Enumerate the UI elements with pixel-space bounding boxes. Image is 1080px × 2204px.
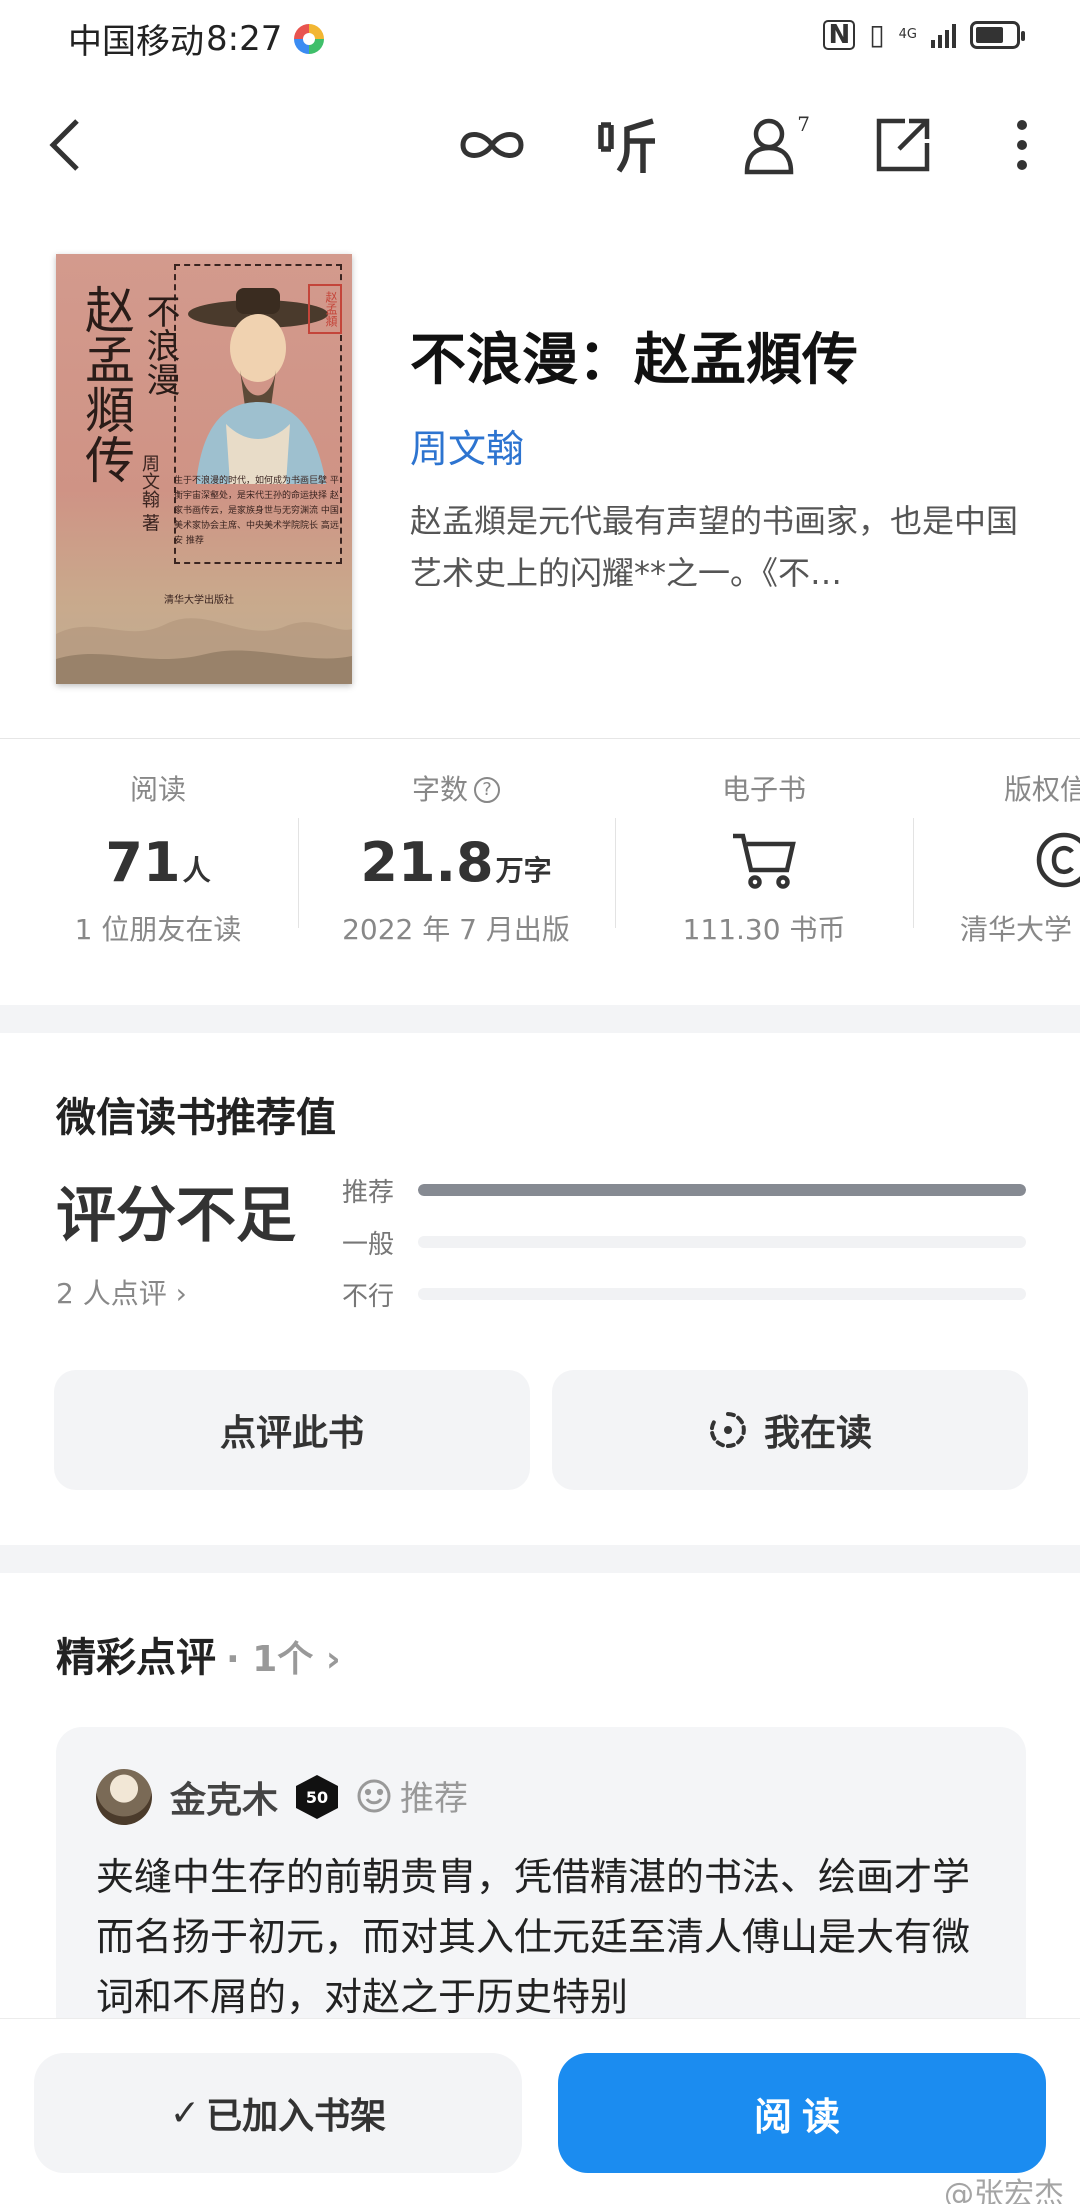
book-stats: 阅读 71 人 1 位朋友在读 字数 ? 21.8 万字 2022 年 7 月出… bbox=[0, 770, 1080, 970]
app-notification-icon bbox=[294, 23, 325, 54]
read-button-label: 阅读 bbox=[753, 2094, 850, 2139]
avatar[interactable] bbox=[96, 1769, 152, 1825]
rating-bar-recommend: 推荐 bbox=[342, 1170, 1026, 1210]
review-text[interactable]: 夹缝中生存的前朝贵胄，凭借精湛的书法、绘画才学而名扬于初元，而对其入仕元廷至清人… bbox=[96, 1847, 996, 2027]
stat-ebook[interactable]: 电子书 111.30 书币 bbox=[606, 770, 922, 970]
rating-bar-bad: 不行 bbox=[342, 1274, 1026, 1314]
smile-icon bbox=[357, 1779, 391, 1812]
signal-icon bbox=[931, 22, 956, 48]
stat-ebook-price: 111.30 书币 bbox=[682, 913, 846, 946]
recommend-tag-label: 推荐 bbox=[400, 1779, 468, 1819]
vibrate-icon: ▯ bbox=[869, 18, 885, 51]
recommendation-section: 微信读书推荐值 评分不足 2 人点评 › 推荐 一般 不行 点评此书 我在读 bbox=[0, 1035, 1080, 1545]
section-gap bbox=[0, 1545, 1080, 1573]
book-header: 赵孟頫 不浪漫 赵孟頫传 周文翰 著 生于不浪漫的时代，如何成为书画巨擘 平衡宇… bbox=[0, 250, 1080, 690]
stat-word-count-value: 21.8 bbox=[360, 831, 494, 894]
book-intro[interactable]: 赵孟頫是元代最有声望的书画家，也是中国艺术史上的闪耀**之一。《不… bbox=[410, 495, 1020, 599]
cover-subtitle: 不浪漫 bbox=[140, 294, 180, 396]
top-nav-bar: 7 bbox=[0, 100, 1080, 190]
header-divider bbox=[0, 738, 1080, 739]
add-to-shelf-label: 已加入书架 bbox=[206, 2096, 387, 2137]
book-author-link[interactable]: 周文翰 bbox=[410, 418, 524, 473]
chevron-right-icon: › bbox=[175, 1277, 187, 1310]
reviews-count: · 1个 › bbox=[226, 1639, 341, 1680]
readers-icon[interactable]: 7 bbox=[726, 100, 816, 190]
system-icons: N ▯ 4G bbox=[823, 18, 1025, 51]
recommendation-title: 微信读书推荐值 bbox=[56, 1095, 336, 1141]
stat-copyright-holder: 清华大学 bbox=[960, 913, 1073, 946]
copyright-icon bbox=[928, 824, 1080, 894]
clock: 8:27 bbox=[206, 18, 283, 59]
cover-blurb: 生于不浪漫的时代，如何成为书画巨擘 平衡宇宙深壑处，是宋代王孙的命运抉择 赵家书… bbox=[174, 476, 339, 546]
recommendation-score: 评分不足 bbox=[56, 1181, 296, 1251]
review-book-button[interactable]: 点评此书 bbox=[54, 1370, 530, 1490]
stat-ebook-label: 电子书 bbox=[721, 773, 806, 806]
reading-status-icon bbox=[709, 1412, 746, 1448]
book-title: 不浪漫：赵孟頫传 bbox=[410, 327, 858, 393]
reviews-count-value: 1个 bbox=[252, 1639, 314, 1680]
reading-now-button[interactable]: 我在读 bbox=[552, 1370, 1028, 1490]
stat-copyright[interactable]: 版权信 清华大学 bbox=[928, 770, 1080, 970]
rating-bar-label: 不行 bbox=[342, 1281, 395, 1312]
watermark: @张宏杰 bbox=[944, 2177, 1064, 2204]
cover-seal: 赵孟頫 bbox=[308, 284, 342, 334]
cover-title: 赵孟頫传 bbox=[77, 284, 135, 484]
more-icon[interactable] bbox=[1000, 100, 1044, 190]
reviews-section: 精彩点评 · 1个 › 金克木 50 推荐 夹缝中生存的前朝贵胄，凭借精湛的书法… bbox=[0, 1575, 1080, 2047]
review-count-link[interactable]: 2 人点评 › bbox=[56, 1272, 187, 1312]
stat-copyright-label: 版权信 bbox=[1004, 773, 1080, 806]
cover-publisher: 清华大学出版社 bbox=[164, 595, 234, 606]
stat-readers-unit: 人 bbox=[182, 854, 211, 887]
reviews-heading-label: 精彩点评 bbox=[56, 1635, 216, 1681]
rating-bar-label: 一般 bbox=[342, 1229, 395, 1260]
carrier-name: 中国移动 bbox=[68, 22, 204, 62]
nfc-icon: N bbox=[823, 19, 856, 50]
stat-word-count-label: 字数 bbox=[411, 773, 468, 806]
section-gap bbox=[0, 1005, 1080, 1033]
stat-readers-label: 阅读 bbox=[129, 773, 186, 806]
stat-readers-value: 71 bbox=[105, 831, 181, 894]
book-cover[interactable]: 赵孟頫 不浪漫 赵孟頫传 周文翰 著 生于不浪漫的时代，如何成为书画巨擘 平衡宇… bbox=[56, 254, 352, 684]
network-type: 4G bbox=[898, 27, 917, 42]
reviews-heading[interactable]: 精彩点评 · 1个 › bbox=[56, 1625, 341, 1683]
bottom-action-bar: ✓ 已加入书架 阅读 @张宏杰 bbox=[0, 2018, 1080, 2204]
stat-word-count[interactable]: 字数 ? 21.8 万字 2022 年 7 月出版 bbox=[298, 770, 614, 970]
read-button[interactable]: 阅读 bbox=[558, 2053, 1046, 2173]
battery-icon bbox=[970, 20, 1025, 49]
carrier-info: 中国移动 8:27 bbox=[68, 14, 325, 63]
rating-bar-label: 推荐 bbox=[342, 1177, 395, 1208]
review-book-label: 点评此书 bbox=[219, 1413, 364, 1454]
rating-bar-fill bbox=[418, 1184, 1026, 1196]
stat-readers-sub: 1 位朋友在读 bbox=[74, 913, 242, 946]
level-badge: 50 bbox=[296, 1775, 338, 1819]
add-to-shelf-button[interactable]: ✓ 已加入书架 bbox=[34, 2053, 522, 2173]
listen-icon[interactable] bbox=[586, 100, 666, 190]
review-count-text: 2 人点评 bbox=[56, 1277, 167, 1310]
recommend-tag: 推荐 bbox=[356, 1771, 468, 1820]
stat-word-count-unit: 万字 bbox=[495, 854, 552, 887]
back-icon[interactable] bbox=[30, 100, 100, 190]
review-username[interactable]: 金克木 bbox=[170, 1771, 278, 1823]
check-icon: ✓ bbox=[169, 2092, 201, 2134]
infinity-icon[interactable] bbox=[452, 100, 532, 190]
stat-separator bbox=[913, 818, 914, 928]
share-icon[interactable] bbox=[868, 100, 938, 190]
reading-now-label: 我在读 bbox=[763, 1413, 872, 1454]
cover-author: 周文翰 著 bbox=[139, 454, 160, 532]
review-card[interactable]: 金克木 50 推荐 夹缝中生存的前朝贵胄，凭借精湛的书法、绘画才学而名扬于初元，… bbox=[56, 1727, 1026, 2047]
stat-readers[interactable]: 阅读 71 人 1 位朋友在读 bbox=[0, 770, 316, 970]
help-icon[interactable]: ? bbox=[474, 777, 500, 803]
rating-bar-neutral: 一般 bbox=[342, 1222, 1026, 1262]
readers-count: 7 bbox=[797, 112, 810, 136]
status-bar: 中国移动 8:27 N ▯ 4G bbox=[0, 0, 1080, 70]
cart-icon bbox=[606, 824, 922, 894]
stat-publish-date: 2022 年 7 月出版 bbox=[342, 913, 570, 946]
